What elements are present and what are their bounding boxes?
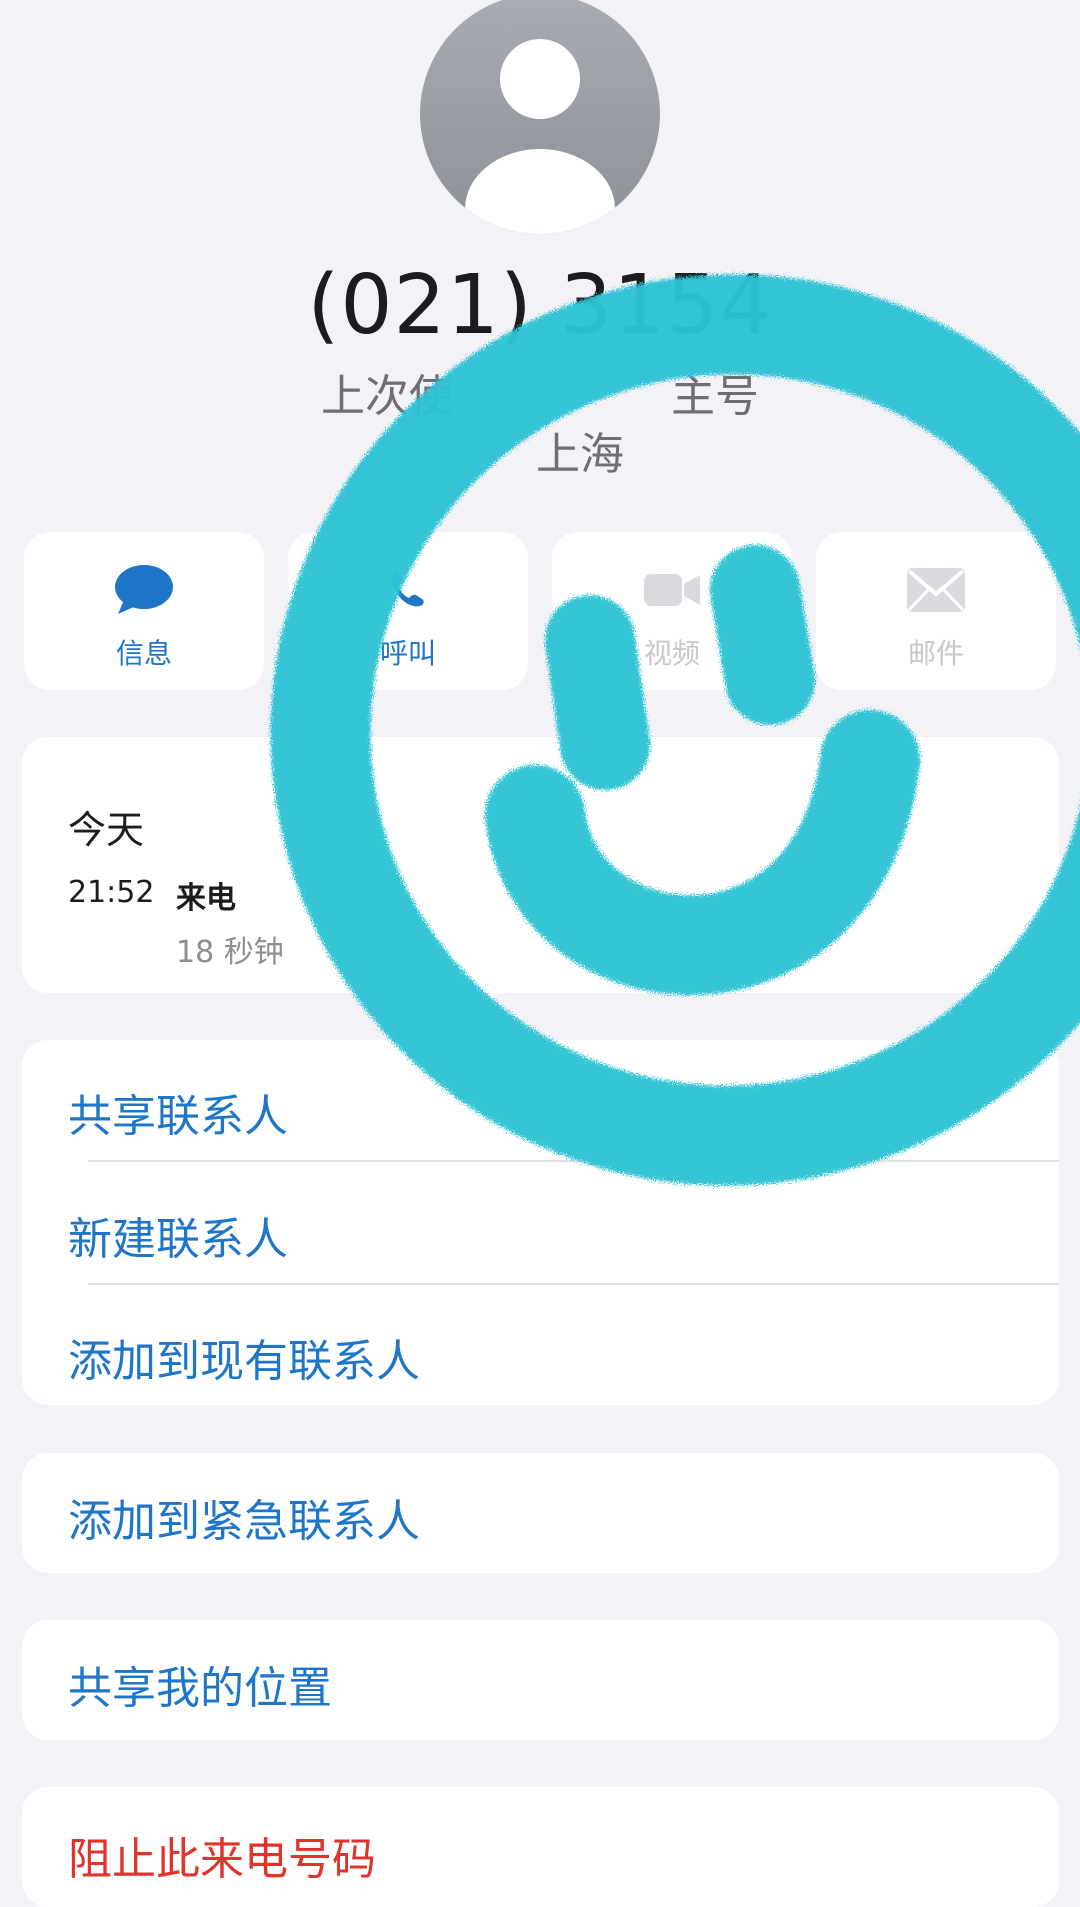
envelope-icon: [907, 568, 965, 612]
last-used-value: 主号: [671, 371, 759, 422]
history-day: 今天: [68, 808, 145, 852]
avatar-head-shape: [500, 39, 580, 119]
mail-label: 邮件: [907, 637, 964, 670]
history-time: 21:52: [68, 875, 155, 910]
divider: [88, 1160, 1059, 1162]
block-caller-button[interactable]: 阻止此来电号码: [68, 1823, 376, 1887]
phone-icon: [392, 572, 424, 607]
add-emergency-contact-button[interactable]: 添加到紧急联系人: [68, 1485, 420, 1549]
history-duration: 18 秒钟: [176, 935, 284, 970]
history-call-type: 来电: [176, 881, 236, 916]
call-label: 呼叫: [379, 637, 436, 670]
divider: [88, 1283, 1059, 1285]
video-button[interactable]: 视频: [552, 532, 792, 690]
location-card: 共享我的位置: [22, 1620, 1059, 1740]
contact-actions-card: 共享联系人 新建联系人 添加到现有联系人: [22, 1040, 1059, 1405]
last-used-line: 上次使 主号: [0, 360, 1080, 424]
location-label: 上海: [536, 429, 624, 480]
call-button[interactable]: 呼叫: [288, 532, 528, 690]
phone-number: (021) 3154: [307, 258, 773, 353]
avatar-body-shape: [465, 149, 615, 234]
call-history-card: 今天 21:52 来电 18 秒钟: [22, 737, 1059, 993]
message-bubble-icon: [115, 565, 173, 614]
video-camera-icon: [644, 574, 700, 606]
contact-avatar: [420, 0, 660, 234]
video-label: 视频: [643, 637, 700, 670]
emergency-card: 添加到紧急联系人: [22, 1453, 1059, 1573]
mail-button[interactable]: 邮件: [816, 532, 1056, 690]
last-used-label: 上次使: [321, 371, 453, 422]
share-contact-button[interactable]: 共享联系人: [68, 1080, 288, 1144]
block-card: 阻止此来电号码: [22, 1787, 1059, 1907]
message-button[interactable]: 信息: [24, 532, 264, 690]
message-label: 信息: [115, 637, 172, 670]
new-contact-button[interactable]: 新建联系人: [68, 1203, 288, 1267]
add-to-existing-contact-button[interactable]: 添加到现有联系人: [68, 1325, 420, 1389]
share-location-button[interactable]: 共享我的位置: [68, 1652, 332, 1716]
